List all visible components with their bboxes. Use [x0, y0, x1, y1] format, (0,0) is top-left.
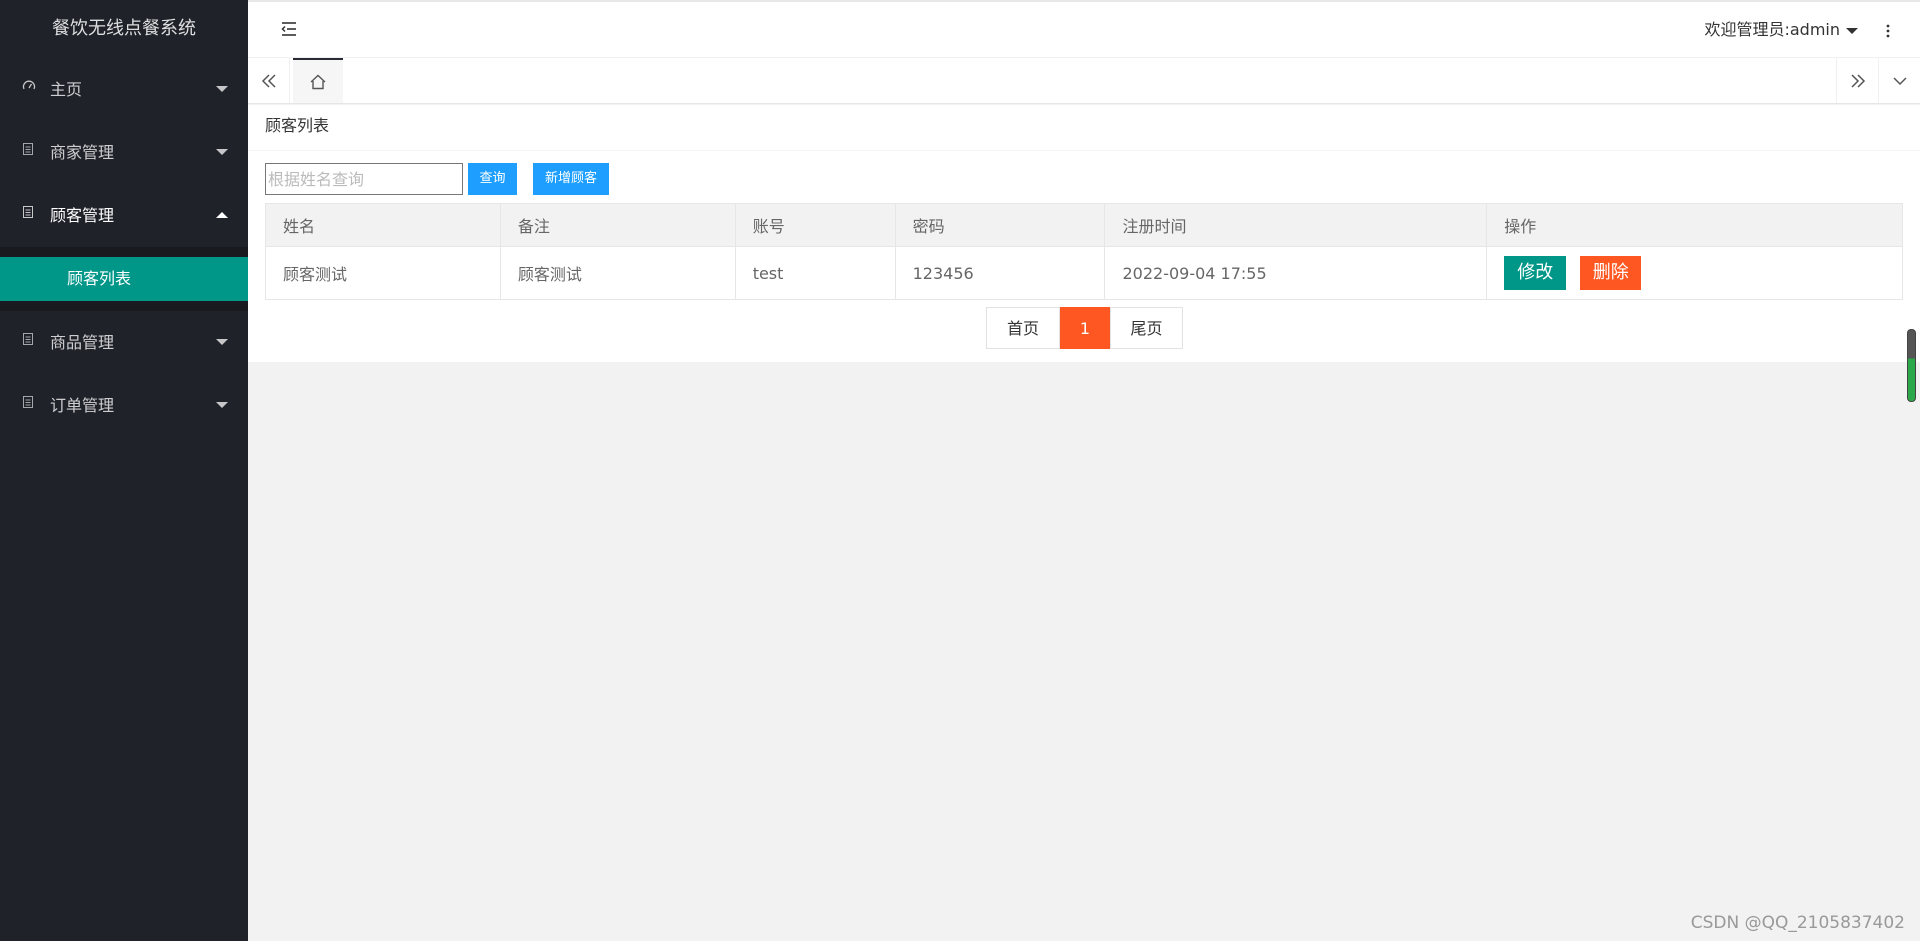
chevron-down-icon	[216, 402, 228, 408]
cell-name: 顾客测试	[265, 246, 501, 300]
sidebar-item-home[interactable]: 主页	[0, 58, 248, 121]
column-header: 注册时间	[1104, 203, 1488, 247]
watermark: CSDN @QQ_2105837402	[1690, 913, 1905, 933]
sidebar-item-label: 商品管理	[50, 333, 115, 352]
query-button[interactable]: 查询	[468, 163, 517, 195]
tab-scroll-right-button[interactable]	[1836, 58, 1878, 103]
menu-collapse-icon[interactable]	[280, 20, 298, 38]
cell-actions: 修改 删除	[1486, 246, 1903, 300]
sidebar-item-customers[interactable]: 顾客管理	[0, 184, 248, 247]
add-customer-button[interactable]: 新增顾客	[533, 163, 609, 195]
cell-account: test	[734, 246, 896, 300]
table-row: 顾客测试 顾客测试 test 123456 2022-09-04 17:55 修…	[265, 246, 1903, 300]
scroll-indicator[interactable]	[1907, 329, 1916, 402]
column-header: 操作	[1486, 203, 1903, 247]
column-header: 姓名	[265, 203, 501, 247]
column-header: 密码	[894, 203, 1106, 247]
sidebar-item-customer-list[interactable]: 顾客列表	[0, 257, 248, 301]
column-header: 备注	[499, 203, 736, 247]
sidebar-item-label: 商家管理	[50, 143, 115, 162]
sidebar-item-label: 顾客管理	[50, 206, 115, 225]
chevron-down-icon	[216, 149, 228, 155]
sidebar-item-products[interactable]: 商品管理	[0, 311, 248, 374]
chevron-down-icon	[216, 339, 228, 345]
more-vertical-icon[interactable]	[1882, 20, 1894, 42]
top-header: 欢迎管理员:admin	[248, 0, 1920, 58]
file-icon	[22, 374, 38, 437]
file-icon	[22, 311, 38, 374]
cell-password: 123456	[894, 246, 1106, 300]
customer-table: 姓名 备注 账号 密码 注册时间 操作 顾客测试 顾客测试 test 12345…	[265, 203, 1903, 300]
table-header-row: 姓名 备注 账号 密码 注册时间 操作	[265, 203, 1903, 247]
page-title: 顾客列表	[248, 105, 1920, 151]
cell-remark: 顾客测试	[499, 246, 736, 300]
double-chevron-right-icon	[1850, 73, 1865, 88]
dashboard-icon	[22, 58, 38, 121]
sidebar-submenu: 顾客列表	[0, 247, 248, 311]
sidebar-item-orders[interactable]: 订单管理	[0, 374, 248, 437]
delete-button[interactable]: 删除	[1580, 256, 1642, 290]
double-chevron-left-icon	[261, 73, 276, 88]
chevron-down-icon	[216, 86, 228, 92]
last-page-button[interactable]: 尾页	[1110, 307, 1183, 349]
sidebar-item-merchants[interactable]: 商家管理	[0, 121, 248, 184]
user-menu[interactable]: 欢迎管理员:admin	[1704, 2, 1858, 58]
tab-actions-dropdown[interactable]	[1878, 58, 1920, 103]
caret-down-icon	[1846, 27, 1858, 34]
chevron-up-icon	[216, 212, 228, 218]
sidebar-item-label: 订单管理	[50, 396, 115, 415]
edit-button[interactable]: 修改	[1504, 256, 1567, 290]
file-icon	[22, 184, 38, 247]
sidebar: 餐饮无线点餐系统 主页 商家管理 顾客管理 顾客列表 商品管理 订单管理	[0, 0, 248, 941]
current-page[interactable]: 1	[1060, 307, 1110, 349]
sidebar-item-label: 主页	[50, 80, 83, 99]
file-icon	[22, 121, 38, 184]
pagination: 首页 1 尾页	[986, 307, 1183, 349]
app-title: 餐饮无线点餐系统	[52, 18, 196, 39]
tab-home[interactable]	[293, 58, 343, 103]
cell-registered: 2022-09-04 17:55	[1104, 246, 1488, 300]
search-input[interactable]	[265, 163, 463, 195]
tabs-bar	[248, 58, 1920, 104]
tab-scroll-left-button[interactable]	[248, 58, 290, 103]
content-card: 顾客列表 查询 新增顾客 姓名 备注 账号 密码 注册时间 操作 顾客测试 顾客…	[248, 105, 1920, 362]
user-welcome-label: 欢迎管理员:admin	[1704, 20, 1840, 39]
column-header: 账号	[734, 203, 896, 247]
chevron-down-icon	[1892, 76, 1907, 85]
first-page-button[interactable]: 首页	[986, 307, 1060, 349]
home-icon	[310, 74, 326, 89]
